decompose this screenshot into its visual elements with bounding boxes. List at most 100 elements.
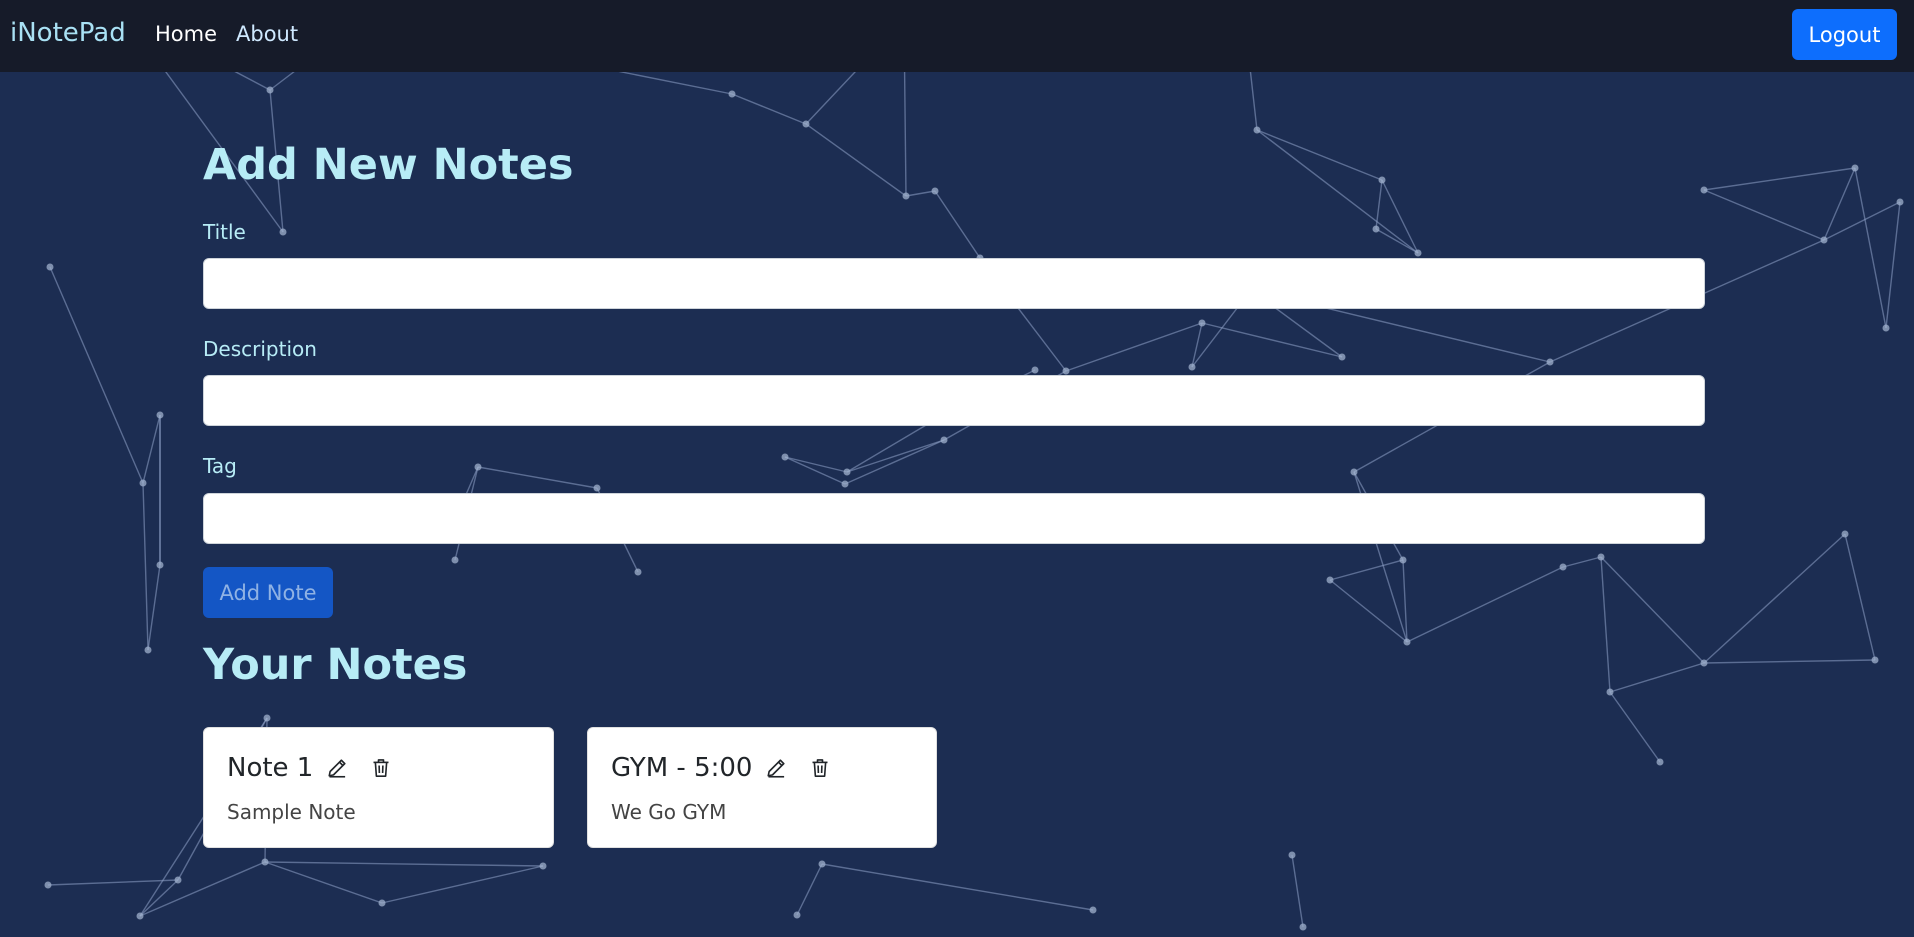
tag-input[interactable] — [203, 493, 1705, 544]
network-node — [1841, 530, 1849, 538]
network-node — [156, 411, 164, 419]
network-line — [1823, 167, 1856, 241]
network-node — [1188, 363, 1196, 371]
network-node — [593, 484, 601, 492]
network-line — [1609, 691, 1661, 763]
pencil-icon[interactable] — [764, 756, 788, 780]
add-notes-heading: Add New Notes — [203, 140, 574, 190]
network-node — [1338, 353, 1346, 361]
network-node — [1597, 553, 1605, 561]
network-node — [1326, 576, 1334, 584]
network-node — [1546, 358, 1554, 366]
network-node — [841, 480, 849, 488]
network-line — [264, 861, 383, 904]
network-node — [1820, 236, 1828, 244]
your-notes-heading: Your Notes — [203, 640, 468, 690]
network-line — [844, 439, 945, 485]
network-node — [1700, 186, 1708, 194]
network-node — [1871, 656, 1879, 664]
network-line — [846, 439, 945, 473]
network-node — [1559, 563, 1567, 571]
network-node — [1403, 638, 1411, 646]
network-line — [905, 190, 936, 197]
note-title: GYM - 5:00 — [611, 753, 753, 783]
network-line — [1703, 659, 1876, 664]
network-node — [1372, 225, 1380, 233]
network-node — [266, 86, 274, 94]
network-node — [843, 468, 851, 476]
network-line — [1609, 662, 1705, 693]
network-line — [821, 863, 1094, 911]
network-node — [136, 912, 144, 920]
network-line — [264, 861, 544, 867]
network-node — [378, 899, 386, 907]
network-node — [940, 436, 948, 444]
note-header: GYM - 5:00 — [611, 753, 832, 783]
network-node — [144, 646, 152, 654]
network-node — [1089, 906, 1097, 914]
network-line — [1065, 322, 1203, 372]
network-node — [1882, 324, 1890, 332]
network-line — [1329, 559, 1404, 581]
note-description: We Go GYM — [611, 800, 727, 824]
network-line — [1844, 533, 1876, 661]
note-description: Sample Note — [227, 800, 356, 824]
network-line — [796, 863, 823, 916]
pencil-icon[interactable] — [325, 756, 349, 780]
network-line — [1600, 556, 1611, 693]
network-node — [263, 714, 271, 722]
network-line — [1703, 189, 1825, 241]
network-line — [1256, 129, 1383, 181]
network-line — [805, 123, 907, 197]
network-line — [142, 414, 161, 484]
network-node — [781, 453, 789, 461]
network-node — [1062, 367, 1070, 375]
trash-icon[interactable] — [808, 756, 832, 780]
network-node — [539, 862, 547, 870]
network-line — [147, 564, 161, 651]
network-line — [142, 482, 149, 651]
network-line — [1291, 854, 1304, 928]
description-label: Description — [203, 337, 317, 361]
title-label: Title — [203, 220, 246, 244]
brand-logo[interactable]: iNotePad — [10, 18, 126, 48]
network-node — [818, 860, 826, 868]
network-line — [47, 879, 179, 886]
network-line — [1854, 167, 1887, 329]
network-line — [1703, 167, 1856, 191]
network-node — [1700, 659, 1708, 667]
network-line — [139, 861, 266, 917]
network-node — [261, 858, 269, 866]
network-node — [1656, 758, 1664, 766]
nav-link-home[interactable]: Home — [155, 22, 217, 46]
trash-icon[interactable] — [369, 756, 393, 780]
network-node — [1378, 176, 1386, 184]
network-line — [1201, 322, 1343, 358]
note-card: Note 1 Sample Note — [203, 727, 554, 848]
network-node — [1399, 556, 1407, 564]
network-line — [731, 93, 807, 125]
network-line — [846, 417, 939, 473]
network-node — [44, 881, 52, 889]
network-line — [49, 266, 144, 484]
network-node — [793, 911, 801, 919]
network-node — [931, 187, 939, 195]
nav-link-about[interactable]: About — [236, 22, 298, 46]
network-node — [802, 120, 810, 128]
network-node — [451, 556, 459, 564]
note-header: Note 1 — [227, 753, 393, 783]
network-node — [1350, 468, 1358, 476]
network-node — [1606, 688, 1614, 696]
description-input[interactable] — [203, 375, 1705, 426]
network-line — [1256, 129, 1419, 254]
network-node — [1031, 366, 1039, 374]
note-title: Note 1 — [227, 753, 314, 783]
network-line — [1600, 556, 1705, 664]
network-line — [784, 456, 848, 473]
navbar: iNotePad Home About Logout — [0, 0, 1914, 72]
add-note-button[interactable]: Add Note — [203, 567, 333, 618]
title-input[interactable] — [203, 258, 1705, 309]
network-node — [728, 90, 736, 98]
network-node — [902, 192, 910, 200]
logout-button[interactable]: Logout — [1792, 9, 1897, 60]
